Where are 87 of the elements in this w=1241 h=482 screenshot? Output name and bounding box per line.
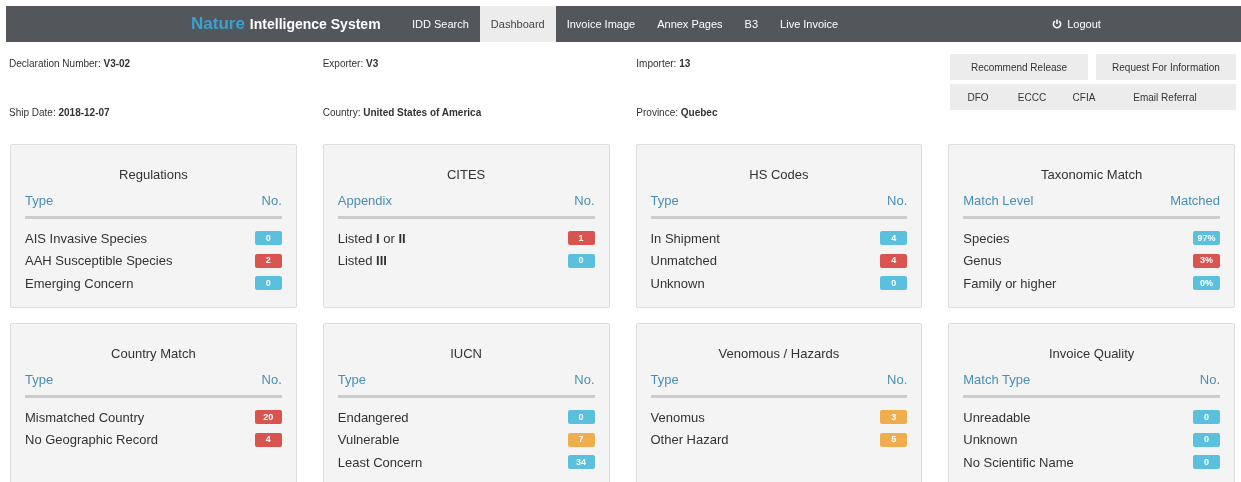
column-header: Type xyxy=(650,370,679,389)
count-badge: 0 xyxy=(1193,455,1220,470)
nav-tab[interactable]: Annex Pages xyxy=(646,6,734,42)
card-title: Regulations xyxy=(118,166,189,184)
count-badge: 4 xyxy=(880,231,908,246)
column-header: Type xyxy=(25,191,54,210)
column-header: No. xyxy=(887,370,908,389)
count-badge: 3% xyxy=(1193,253,1220,268)
card-title: IUCN xyxy=(449,345,483,363)
row-label: AIS Invasive Species xyxy=(25,229,148,248)
row-label: Family or higher xyxy=(963,274,1057,293)
column-header: Match Type xyxy=(963,370,1031,389)
row-label: No Scientific Name xyxy=(963,453,1074,472)
count-badge: 0 xyxy=(254,276,282,291)
column-header: Type xyxy=(650,191,679,210)
count-badge: 0 xyxy=(567,410,595,425)
power-icon xyxy=(1052,19,1063,29)
nav-tab[interactable]: Live Invoice xyxy=(769,6,850,42)
declaration-field: Importer: 13 xyxy=(636,56,950,95)
card-title: Venomous / Hazards xyxy=(717,345,841,363)
count-badge: 20 xyxy=(254,410,282,425)
count-badge: 97% xyxy=(1193,231,1220,246)
row-label: AAH Susceptible Species xyxy=(25,252,173,270)
row-label: Species xyxy=(963,229,1010,248)
card-title: CITES xyxy=(445,166,487,184)
count-badge: 0 xyxy=(880,276,908,291)
card-title: Taxonomic Match xyxy=(1040,166,1144,184)
column-header: Type xyxy=(25,370,54,389)
row-label: Vulnerable xyxy=(337,431,400,449)
brand-title: Nature Intelligence System xyxy=(191,13,382,36)
column-header: Type xyxy=(337,370,366,389)
nav-tab[interactable]: Dashboard xyxy=(479,6,556,42)
count-badge: 4 xyxy=(254,432,282,447)
column-header: Matched xyxy=(1170,191,1220,210)
count-badge: 0% xyxy=(1193,276,1220,291)
row-label: No Geographic Record xyxy=(25,431,158,449)
count-badge: 0 xyxy=(1193,410,1220,425)
count-badge: 4 xyxy=(880,253,908,268)
card-title: HS Codes xyxy=(748,166,810,184)
declaration-field: Declaration Number: V3-02 xyxy=(9,56,323,95)
nav-tab[interactable]: Invoice Image xyxy=(555,6,647,42)
column-header: No. xyxy=(1199,370,1220,389)
column-header: No. xyxy=(574,370,595,389)
column-header: No. xyxy=(261,191,282,210)
action-button[interactable]: Request For Information xyxy=(1096,54,1236,80)
column-header: Appendix xyxy=(337,191,392,210)
row-label: Unreadable xyxy=(963,408,1031,427)
column-header: No. xyxy=(261,370,282,389)
referral-button[interactable]: Email Referral xyxy=(1110,84,1220,110)
count-badge: 2 xyxy=(254,253,282,268)
count-badge: 0 xyxy=(567,253,595,268)
declaration-field: Province: Quebec xyxy=(636,105,950,144)
row-label: Endangered xyxy=(337,408,409,427)
logout-button[interactable]: Logout xyxy=(1044,11,1109,37)
declaration-field: Country: United States of America xyxy=(322,105,637,144)
row-label: Emerging Concern xyxy=(25,274,134,293)
row-label: Other Hazard xyxy=(650,431,729,449)
nav-tab[interactable]: B3 xyxy=(733,6,770,42)
action-button[interactable]: Recommend Release xyxy=(950,54,1088,80)
row-label: Listed I or II xyxy=(337,229,406,248)
nav-tab[interactable]: IDD Search xyxy=(401,6,480,42)
count-badge: 0 xyxy=(254,231,282,246)
row-label: In Shipment xyxy=(650,229,720,248)
row-label: Mismatched Country xyxy=(25,408,145,427)
referral-button[interactable]: CFIA xyxy=(1058,84,1110,110)
count-badge: 34 xyxy=(567,455,595,470)
row-label: Genus xyxy=(963,252,1002,270)
count-badge: 1 xyxy=(567,231,595,246)
count-badge: 5 xyxy=(880,432,908,447)
count-badge: 7 xyxy=(567,432,595,447)
row-label: Listed III xyxy=(337,252,387,270)
count-badge: 0 xyxy=(1193,432,1220,447)
count-badge: 3 xyxy=(880,410,908,425)
referral-button[interactable]: ECCC xyxy=(1006,84,1058,110)
column-header: No. xyxy=(574,191,595,210)
card-title: Country Match xyxy=(110,345,197,363)
row-label: Least Concern xyxy=(337,453,423,472)
row-label: Venomus xyxy=(650,408,705,427)
referral-button[interactable]: DFO xyxy=(950,84,1006,110)
row-label: Unknown xyxy=(650,274,705,293)
column-header: Match Level xyxy=(963,191,1034,210)
declaration-field: Exporter: V3 xyxy=(322,56,637,95)
row-label: Unmatched xyxy=(650,252,717,270)
column-header: No. xyxy=(887,191,908,210)
card-title: Invoice Quality xyxy=(1048,345,1136,363)
row-label: Unknown xyxy=(963,431,1018,449)
declaration-field: Ship Date: 2018-12-07 xyxy=(9,105,323,144)
